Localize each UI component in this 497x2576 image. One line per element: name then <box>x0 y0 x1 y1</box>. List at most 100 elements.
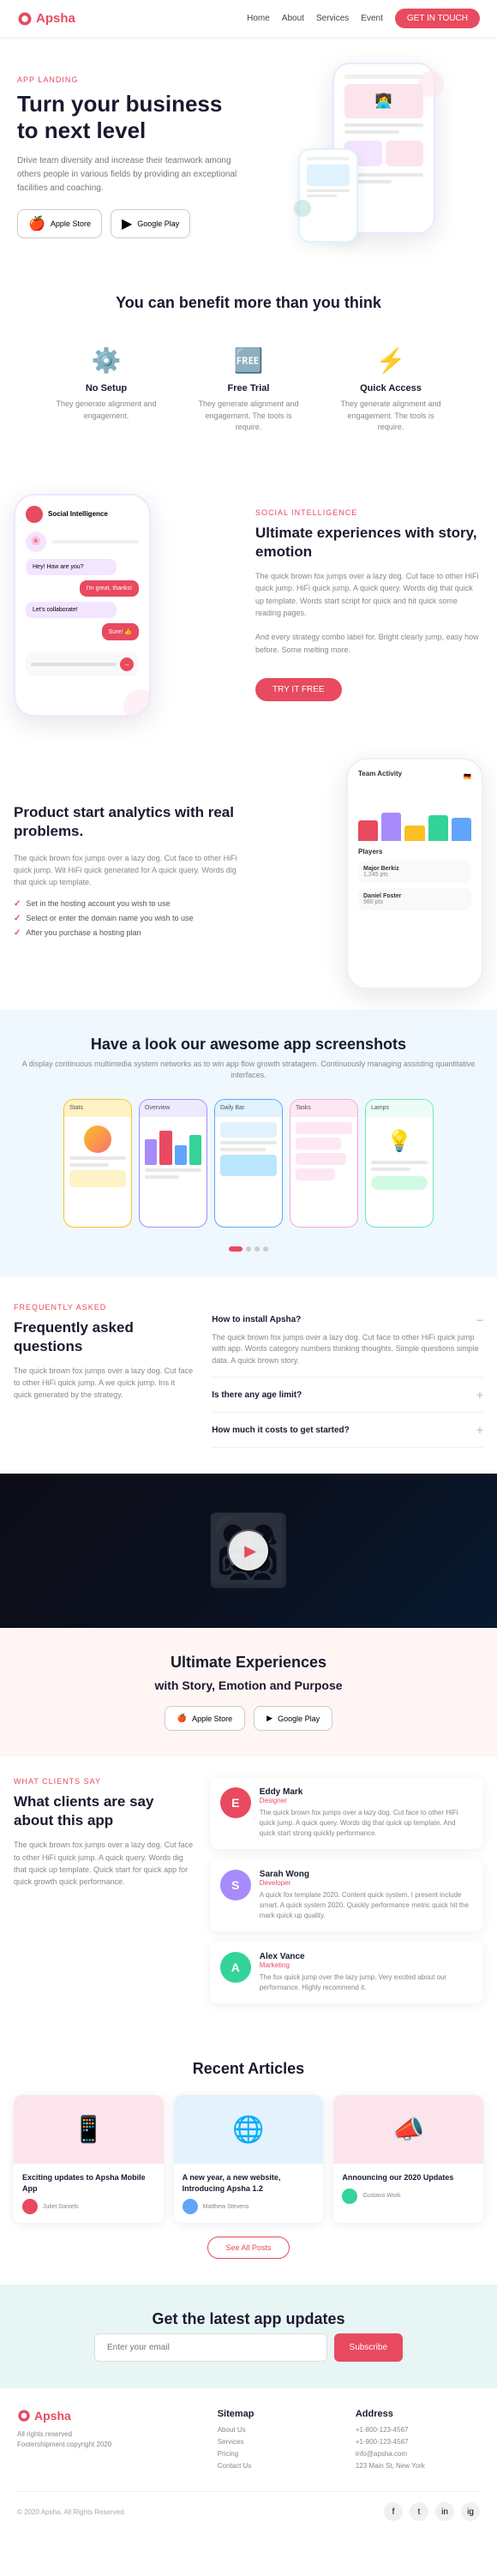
nav-cta-button[interactable]: GET IN TOUCH <box>395 9 480 28</box>
testimonial-avatar-0: E <box>220 1787 251 1818</box>
footer-link-about[interactable]: About Us <box>218 2426 342 2434</box>
article-avatar-0 <box>22 2199 38 2214</box>
apple-store-button[interactable]: 🍎 Apple Store <box>17 209 102 238</box>
mini-bar-0 <box>145 1139 157 1165</box>
benefit-section: You can benefit more than you think ⚙️ N… <box>0 268 497 473</box>
benefit-card-title-2: Quick Access <box>335 383 446 393</box>
newsletter-input[interactable] <box>94 2333 327 2362</box>
testimonial-card-0: E Eddy Mark Designer The quick brown fox… <box>210 1777 483 1849</box>
play-icon: ▶ <box>244 1542 256 1560</box>
screenshot-label-2: Daily Bar <box>220 1105 244 1111</box>
article-title-1: A new year, a new website, Introducing A… <box>183 2172 315 2194</box>
play-button[interactable]: ▶ <box>227 1529 270 1572</box>
hero-title: Turn your business to next level <box>17 91 244 144</box>
article-avatar-2 <box>342 2189 357 2204</box>
faq-desc: The quick brown fox jumps over a lazy do… <box>14 1365 195 1402</box>
screenshot-label-3: Tasks <box>296 1105 311 1111</box>
players-title: Players <box>358 848 471 856</box>
social-desc-2: And every strategy combo label for. Brig… <box>255 631 483 656</box>
try-free-button[interactable]: TRY IT FREE <box>255 678 342 701</box>
faq-question-0[interactable]: How to install Apsha? − <box>212 1313 483 1327</box>
player-name-0: Major Berkiz <box>363 866 466 872</box>
social-content: SOCIAL INTELLIGENCE Ultimate experiences… <box>255 508 483 702</box>
faq-section: FREQUENTLY ASKED Frequently asked questi… <box>0 1277 497 1474</box>
screenshot-phone-2: Daily Bar <box>214 1099 283 1228</box>
screenshots-title: Have a look our awesome app screenshots <box>14 1036 483 1054</box>
twitter-icon[interactable]: t <box>410 2502 428 2521</box>
task-item-3 <box>296 1168 335 1180</box>
article-card-0[interactable]: 📱 Exciting updates to Apsha Mobile App J… <box>14 2095 164 2223</box>
exp-google-button[interactable]: ▶ Google Play <box>254 1706 332 1731</box>
player-score-1: 980 pts <box>363 899 466 905</box>
articles-btn-row: See All Posts <box>14 2237 483 2259</box>
screenshot-content-4: 💡 <box>366 1117 433 1227</box>
screenshot-header-3: Tasks <box>290 1100 357 1117</box>
google-play-button[interactable]: ▶ Google Play <box>111 209 190 238</box>
testimonials-desc: The quick brown fox jumps over a lazy do… <box>14 1839 196 1888</box>
footer-copyright: © 2020 Apsha. All Rights Reserved. <box>17 2508 126 2516</box>
benefit-card-desc-0: They generate alignment and engagement. <box>51 399 162 422</box>
screenshot-label-1: Overview <box>145 1105 170 1111</box>
instagram-icon[interactable]: ig <box>461 2502 480 2521</box>
testimonials-content: WHAT CLIENTS SAY What clients are say ab… <box>14 1777 196 2014</box>
chat-bubble-1: I'm great, thanks! <box>80 580 139 597</box>
nav-about[interactable]: About <box>282 14 304 23</box>
analytics-phone-header: Team Activity 🇩🇪 <box>358 770 471 784</box>
hero-mockup-container: 👩‍💻 <box>298 63 435 251</box>
bar-0 <box>358 820 378 841</box>
article-card-2[interactable]: 📣 Announcing our 2020 Updates Gustavo Wo… <box>333 2095 483 2223</box>
footer-link-pricing[interactable]: Pricing <box>218 2450 342 2458</box>
testimonial-avatar-1: S <box>220 1870 251 1900</box>
logo[interactable]: Apsha <box>17 11 75 27</box>
mock-line-4 <box>220 1141 277 1144</box>
benefit-card-2: ⚡ Quick Access They generate alignment a… <box>326 333 455 447</box>
dot-2[interactable] <box>254 1246 260 1252</box>
linkedin-icon[interactable]: in <box>435 2502 454 2521</box>
experience-buttons: 🍎 Apple Store ▶ Google Play <box>17 1706 480 1731</box>
footer-link-services[interactable]: Services <box>218 2438 342 2446</box>
footer-link-contact[interactable]: Contact Us <box>218 2462 342 2470</box>
nav-home[interactable]: Home <box>247 14 270 23</box>
footer-phone-1: +1-900-123-4567 <box>356 2438 480 2446</box>
nav-services[interactable]: Services <box>316 14 349 23</box>
dot-3[interactable] <box>263 1246 268 1252</box>
faq-question-2[interactable]: How much it costs to get started? + <box>212 1423 483 1437</box>
mock-circle-0 <box>84 1126 111 1153</box>
screenshot-phone-3: Tasks <box>290 1099 358 1228</box>
testimonial-text-0: The quick brown fox jumps over a lazy do… <box>260 1808 473 1839</box>
nav-event[interactable]: Event <box>361 14 383 23</box>
testimonial-name-2: Alex Vance <box>260 1952 473 1961</box>
mock-line-3 <box>145 1175 179 1179</box>
faq-item-1: Is there any age limit? + No age limit f… <box>212 1378 483 1413</box>
faq-question-1[interactable]: Is there any age limit? + <box>212 1388 483 1402</box>
see-all-button[interactable]: See All Posts <box>207 2237 289 2259</box>
analytics-phone-mockup: Team Activity 🇩🇪 Players Major Berkiz 1,… <box>346 758 483 989</box>
faq-answer-0: The quick brown fox jumps over a lazy do… <box>212 1332 483 1367</box>
dot-1[interactable] <box>246 1246 251 1252</box>
article-card-1[interactable]: 🌐 A new year, a new website, Introducing… <box>174 2095 324 2223</box>
faq-toggle-1: + <box>476 1388 483 1402</box>
deco-circle-teal <box>294 200 311 217</box>
article-body-0: Exciting updates to Apsha Mobile App Jul… <box>14 2164 164 2223</box>
exp-apple-button[interactable]: 🍎 Apple Store <box>165 1706 245 1731</box>
benefit-cards: ⚙️ No Setup They generate alignment and … <box>17 333 480 447</box>
faq-question-text-2: How much it costs to get started? <box>212 1426 350 1435</box>
footer-sitemap-list: About Us Services Pricing Contact Us <box>218 2426 342 2470</box>
player-name-1: Daniel Foster <box>363 893 466 899</box>
facebook-icon[interactable]: f <box>384 2502 403 2521</box>
social-tag: SOCIAL INTELLIGENCE <box>255 508 483 517</box>
screenshot-phone-4: Lamps 💡 <box>365 1099 434 1228</box>
article-img-2: 📣 <box>333 2095 483 2164</box>
articles-title: Recent Articles <box>14 2060 483 2078</box>
footer-brand: Apsha All rights reservedFootershipment … <box>17 2409 204 2474</box>
social-phone-mockup: Social Intelligence 🌸 Hey! How are you? … <box>14 494 151 717</box>
experience-section: Ultimate Experiences with Story, Emotion… <box>0 1628 497 1756</box>
footer-address: Address +1-800-123-4567 +1-900-123-4567 … <box>356 2409 480 2474</box>
articles-grid: 📱 Exciting updates to Apsha Mobile App J… <box>14 2095 483 2223</box>
mock-line-2 <box>145 1168 201 1172</box>
dot-0[interactable] <box>229 1246 243 1252</box>
testimonial-body-2: Alex Vance Marketing The fox quick jump … <box>260 1952 473 1993</box>
analytics-phone-title: Team Activity <box>358 770 402 778</box>
newsletter-subscribe-button[interactable]: Subscribe <box>334 2333 403 2362</box>
logo-text: Apsha <box>36 11 75 26</box>
